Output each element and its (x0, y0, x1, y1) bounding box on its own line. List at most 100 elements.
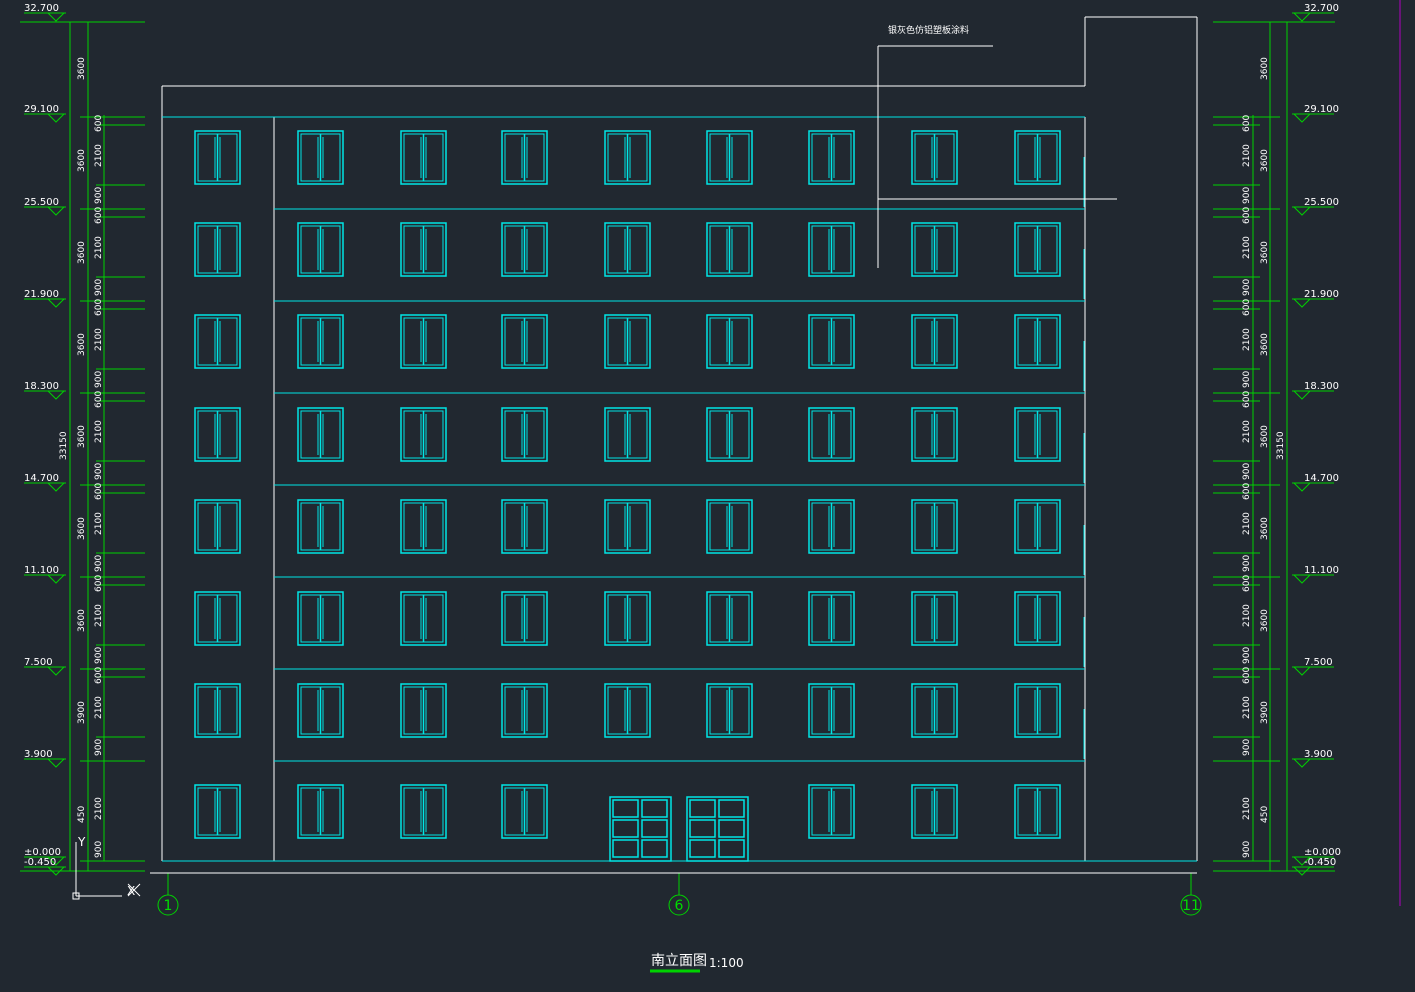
left-floor-dim: 3600 (77, 241, 87, 264)
right-detail-dim: 600 (1242, 299, 1252, 316)
level-label-left: 14.700 (24, 473, 59, 484)
window (706, 222, 753, 277)
window (604, 407, 651, 462)
window (297, 499, 344, 554)
level-label-left: 3.900 (24, 749, 53, 760)
level-triangle (47, 298, 65, 308)
window (297, 683, 344, 738)
window (911, 784, 958, 839)
window (911, 314, 958, 369)
level-label-right: 11.100 (1304, 565, 1339, 576)
ucs-y-label: Y (77, 835, 86, 849)
window (194, 784, 241, 839)
right-floor-dim: 3600 (1260, 57, 1270, 80)
window (1014, 407, 1061, 462)
right-floor-dim: 450 (1260, 806, 1270, 823)
window (501, 784, 548, 839)
ucs-x-label: X (127, 884, 135, 898)
left-detail-dim: 600 (94, 575, 104, 592)
window (604, 499, 651, 554)
right-detail-dim: 2100 (1242, 512, 1252, 535)
level-triangle (47, 482, 65, 492)
level-triangle (1293, 482, 1311, 492)
window (604, 314, 651, 369)
level-label-left: 21.900 (24, 289, 59, 300)
level-label-right: -0.450 (1304, 857, 1336, 868)
level-label-left: 29.100 (24, 104, 59, 115)
window (808, 130, 855, 185)
building-elevation (150, 16, 1198, 874)
window (297, 222, 344, 277)
window (501, 407, 548, 462)
axis-label: 11 (1182, 898, 1200, 914)
left-detail-dim: 900 (94, 739, 104, 756)
window (808, 591, 855, 646)
window (604, 130, 651, 185)
right-floor-dim: 3600 (1260, 149, 1270, 172)
window (706, 499, 753, 554)
left-floor-dim: 3600 (77, 149, 87, 172)
window (1014, 784, 1061, 839)
level-triangle (1293, 206, 1311, 216)
level-label-right: 32.700 (1304, 3, 1339, 14)
window (706, 683, 753, 738)
window (501, 222, 548, 277)
window (604, 683, 651, 738)
left-floor-dim: 450 (77, 806, 87, 823)
door-panel (612, 819, 639, 838)
left-detail-dim: 600 (94, 391, 104, 408)
level-mark (24, 113, 66, 123)
door-panel (718, 799, 745, 818)
level-mark (1292, 298, 1334, 308)
left-detail-dim: 900 (94, 371, 104, 388)
window (194, 314, 241, 369)
left-detail-dim: 900 (94, 555, 104, 572)
window (911, 407, 958, 462)
level-triangle (1293, 666, 1311, 676)
level-triangle (1293, 758, 1311, 768)
left-floor-dim: 3600 (77, 57, 87, 80)
window (706, 591, 753, 646)
window (604, 222, 651, 277)
right-detail-dim: 2100 (1242, 328, 1252, 351)
left-detail-dim: 2100 (94, 328, 104, 351)
right-detail-dim: 900 (1242, 555, 1252, 572)
level-mark (1292, 390, 1334, 400)
window (400, 222, 447, 277)
left-detail-dim: 2100 (94, 512, 104, 535)
window (1014, 222, 1061, 277)
left-detail-dim: 900 (94, 463, 104, 480)
level-label-right: 14.700 (1304, 473, 1339, 484)
level-label-left: 11.100 (24, 565, 59, 576)
window (400, 591, 447, 646)
window (297, 130, 344, 185)
entrance-door (609, 796, 672, 862)
level-label-right: 3.900 (1304, 749, 1333, 760)
right-detail-dim: 600 (1242, 207, 1252, 224)
level-triangle (1293, 390, 1311, 400)
right-floor-dim: 3600 (1260, 609, 1270, 632)
door-panel (689, 839, 716, 858)
level-triangle (47, 206, 65, 216)
right-detail-dim: 2100 (1242, 144, 1252, 167)
left-detail-dim: 2100 (94, 604, 104, 627)
window (501, 130, 548, 185)
window (911, 499, 958, 554)
window (297, 784, 344, 839)
left-floor-dim: 3600 (77, 333, 87, 356)
material-note: 银灰色仿铝塑板涂料 (888, 24, 969, 36)
door-panel (689, 799, 716, 818)
door-frame (609, 796, 672, 862)
left-detail-dim: 900 (94, 279, 104, 296)
level-label-right: 7.500 (1304, 657, 1333, 668)
left-detail-dim: 600 (94, 299, 104, 316)
right-detail-dim: 900 (1242, 647, 1252, 664)
window (194, 222, 241, 277)
window (706, 314, 753, 369)
window (911, 591, 958, 646)
left-floor-dim: 3900 (77, 701, 87, 724)
left-detail-dim: 2100 (94, 236, 104, 259)
level-mark (24, 758, 66, 768)
window (1014, 499, 1061, 554)
level-label-right: 18.300 (1304, 381, 1339, 392)
